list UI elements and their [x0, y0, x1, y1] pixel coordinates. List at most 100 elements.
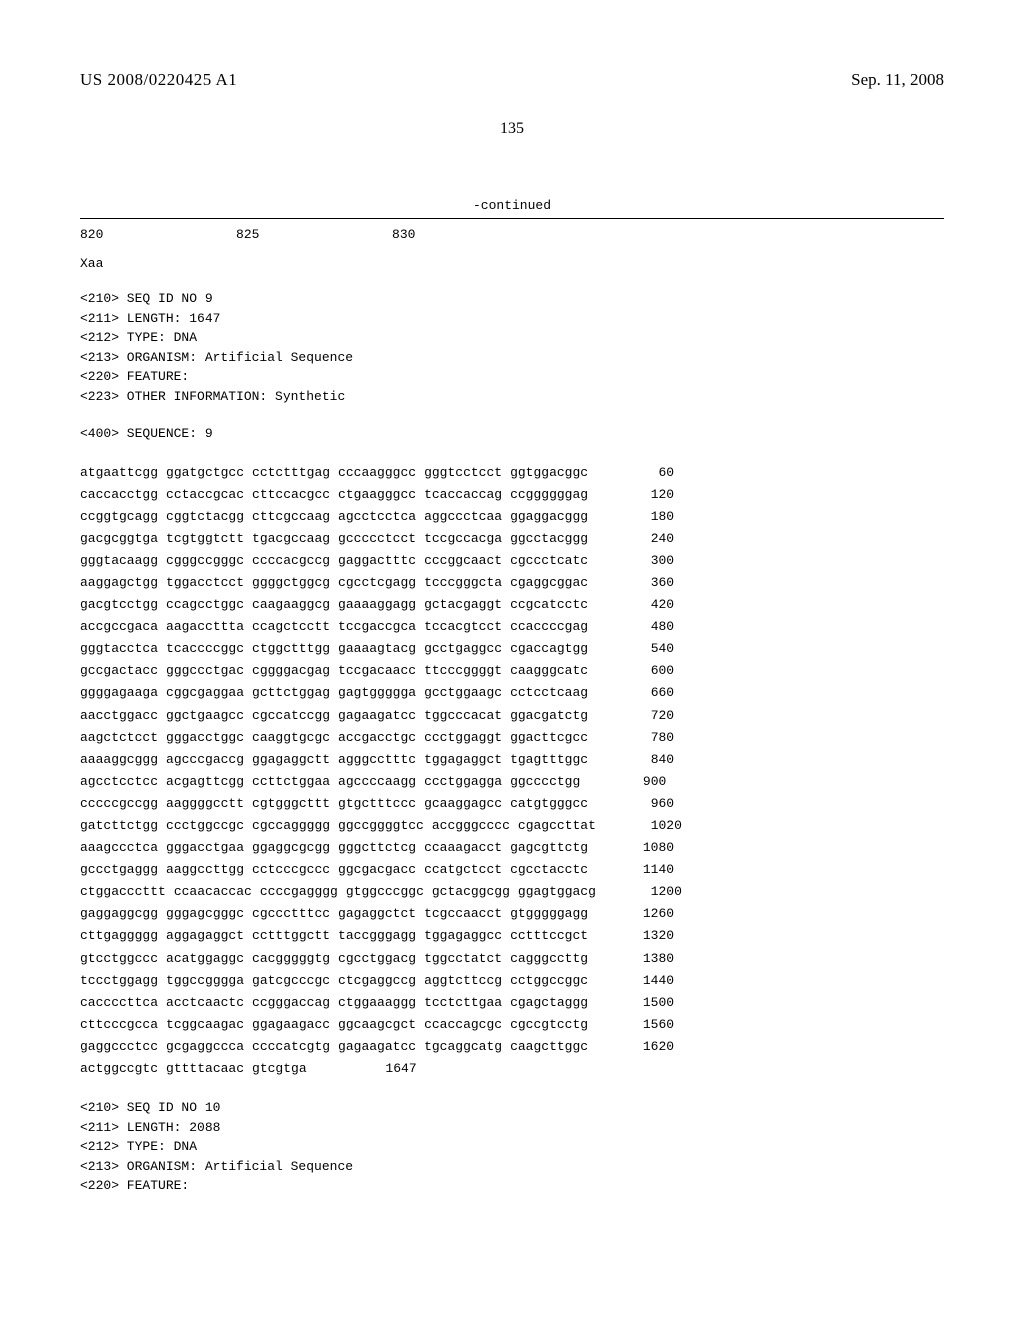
sequence-group: ccctggccgc [166, 815, 244, 837]
sequence-groups: caccacctggcctaccgcaccttccacgccctgaagggcc… [80, 484, 596, 506]
sequence-group: gggtacctca [80, 638, 158, 660]
sequence-group: tgcaggcatg [424, 1036, 502, 1058]
sequence-groups: actggccgtcgttttacaacgtcgtga [80, 1058, 339, 1080]
sequence-position: 120 [614, 484, 674, 506]
sequence-group: aaggccttgg [166, 859, 244, 881]
sequence-group: ctcgaggccg [338, 970, 416, 992]
sequence-group: gtgctttccc [338, 793, 416, 815]
seq9-header-line: <400> SEQUENCE: 9 [80, 424, 944, 444]
xaa-label: Xaa [80, 256, 944, 271]
sequence-group: ggagtggacg [518, 881, 596, 903]
sequence-group: cgagccttat [518, 815, 596, 837]
sequence-group: gccgactacc [80, 660, 158, 682]
sequence-group: gccctgaggg [80, 859, 158, 881]
sequence-group: agccccaagg [338, 771, 416, 793]
sequence-groups: gaggccctccgcgaggcccaccccatcgtggagaagatcc… [80, 1036, 596, 1058]
sequence-group: gggacctggc [166, 727, 244, 749]
sequence-group: gggtacaagg [80, 550, 158, 572]
sequence-group: agcctcctcc [80, 771, 158, 793]
sequence-group: ggcccctgg [510, 771, 580, 793]
sequence-position: 1440 [614, 970, 674, 992]
sequence-row: cttcccgccatcggcaagacggagaagaccggcaagcgct… [80, 1014, 944, 1036]
sequence-groups: gacgcggtgatcgtggtctttgacgccaaggccccctcct… [80, 528, 596, 550]
sequence-position: 480 [614, 616, 674, 638]
sequence-row: gccgactaccgggccctgaccggggacgagtccgacaacc… [80, 660, 944, 682]
sequence-group: ggaggcgcgg [252, 837, 330, 859]
sequence-position: 780 [614, 727, 674, 749]
sequence-group: ctggctttgg [252, 638, 330, 660]
sequence-group: agcctcctca [338, 506, 416, 528]
sequence-group: aagaccttta [166, 616, 244, 638]
sequence-group: taccgggagg [338, 925, 416, 947]
sequence-group: aaggggcctt [166, 793, 244, 815]
sequence-group: caagaaggcg [252, 594, 330, 616]
sequence-group: gctacgaggt [424, 594, 502, 616]
sequence-groups: gatcttctggccctggccgccgccagggggggccggggtc… [80, 815, 604, 837]
publication-date: Sep. 11, 2008 [851, 70, 944, 90]
sequence-group: gacgtcctgg [80, 594, 158, 616]
sequence-row: gacgcggtgatcgtggtctttgacgccaaggccccctcct… [80, 528, 944, 550]
sequence-group: cctaccgcac [166, 484, 244, 506]
sequence-row: gggtacctcatcaccccggcctggctttgggaaaagtacg… [80, 638, 944, 660]
sequence-group: tccgccacga [424, 528, 502, 550]
sequence-group: tcggcaagac [166, 1014, 244, 1036]
sequence-groups: atgaattcggggatgctgcccctctttgagcccaagggcc… [80, 462, 596, 484]
sequence-group: ggatgctgcc [166, 462, 244, 484]
sequence-group: gagcgttctg [510, 837, 588, 859]
sequence-position: 1500 [614, 992, 674, 1014]
sequence-group: tccgacaacc [338, 660, 416, 682]
sequence-group: agcccgaccg [166, 749, 244, 771]
sequence-group: ggggagaaga [80, 682, 158, 704]
sequence-row: gacgtcctggccagcctggccaagaaggcggaaaaggagg… [80, 594, 944, 616]
sequence-group: ggagaagacc [252, 1014, 330, 1036]
sequence-group: gagaagatcc [338, 1036, 416, 1058]
sequence-group: ccctggagga [424, 771, 502, 793]
sequence-position: 1320 [614, 925, 674, 947]
sequence-row: cttgagggggaggagaggctcctttggctttaccgggagg… [80, 925, 944, 947]
meta-line: <213> ORGANISM: Artificial Sequence [80, 1157, 944, 1177]
sequence-group: ccccgagggg [260, 881, 338, 903]
sequence-groups: cttgagggggaggagaggctcctttggctttaccgggagg… [80, 925, 596, 947]
sequence-group: ccccacgccg [252, 550, 330, 572]
sequence-group: gggacctgaa [166, 837, 244, 859]
sequence-group: ggcgacgacc [338, 859, 416, 881]
sequence-group: tccctggagg [80, 970, 158, 992]
sequence-position: 360 [614, 572, 674, 594]
sequence-group: gtgggggagg [510, 903, 588, 925]
sequence-group: aacctggacc [80, 705, 158, 727]
sequence-group: ggacgatctg [510, 705, 588, 727]
sequence-group: accgacctgc [338, 727, 416, 749]
sequence-group: cagggccttg [510, 948, 588, 970]
sequence-group: ttcccggggt [424, 660, 502, 682]
meta-line: <210> SEQ ID NO 9 [80, 289, 944, 309]
sequence-group: gacgcggtga [80, 528, 158, 550]
sequence-row: gtcctggcccacatggaggccacgggggtgcgcctggacg… [80, 948, 944, 970]
sequence-row: tccctggaggtggccggggagatcgcccgcctcgaggccg… [80, 970, 944, 992]
sequence-groups: gccgactaccgggccctgaccggggacgagtccgacaacc… [80, 660, 596, 682]
sequence-group: cgtgggcttt [252, 793, 330, 815]
sequence-group: tcgtggtctt [166, 528, 244, 550]
sequence-groups: gggtacaaggcgggccgggcccccacgccggaggactttc… [80, 550, 596, 572]
sequence-group: cgaggcggac [510, 572, 588, 594]
sequence-groups: gggtacctcatcaccccggcctggctttgggaaaagtacg… [80, 638, 596, 660]
sequence-group: gggtcctcct [424, 462, 502, 484]
sequence-group: gaaaaggagg [338, 594, 416, 616]
sequence-row: actggccgtcgttttacaacgtcgtga1647 [80, 1058, 944, 1080]
sequence-group: ccaccagcgc [424, 1014, 502, 1036]
sequence-position: 900 [606, 771, 666, 793]
sequence-groups: agcctcctccacgagttcggccttctggaaagccccaagg… [80, 771, 588, 793]
sequence-group: tccacgtcct [424, 616, 502, 638]
sequence-position: 1380 [614, 948, 674, 970]
sequence-row: gaggaggcgggggagcgggccgccctttccgagaggctct… [80, 903, 944, 925]
sequence-groups: gtcctggcccacatggaggccacgggggtgcgcctggacg… [80, 948, 596, 970]
sequence-position: 660 [614, 682, 674, 704]
sequence-groups: gaggaggcgggggagcgggccgccctttccgagaggctct… [80, 903, 596, 925]
sequence-row: accgccgacaaagacctttaccagctcctttccgaccgca… [80, 616, 944, 638]
page-number: 135 [80, 120, 944, 138]
sequence-group: ggccggggtcc [338, 815, 424, 837]
sequence-group: gctacggcgg [432, 881, 510, 903]
sequence-position: 1020 [622, 815, 682, 837]
sequence-group: gatcttctgg [80, 815, 158, 837]
sequence-group: aggccctcaa [424, 506, 502, 528]
sequence-group: gtggcccggc [346, 881, 424, 903]
